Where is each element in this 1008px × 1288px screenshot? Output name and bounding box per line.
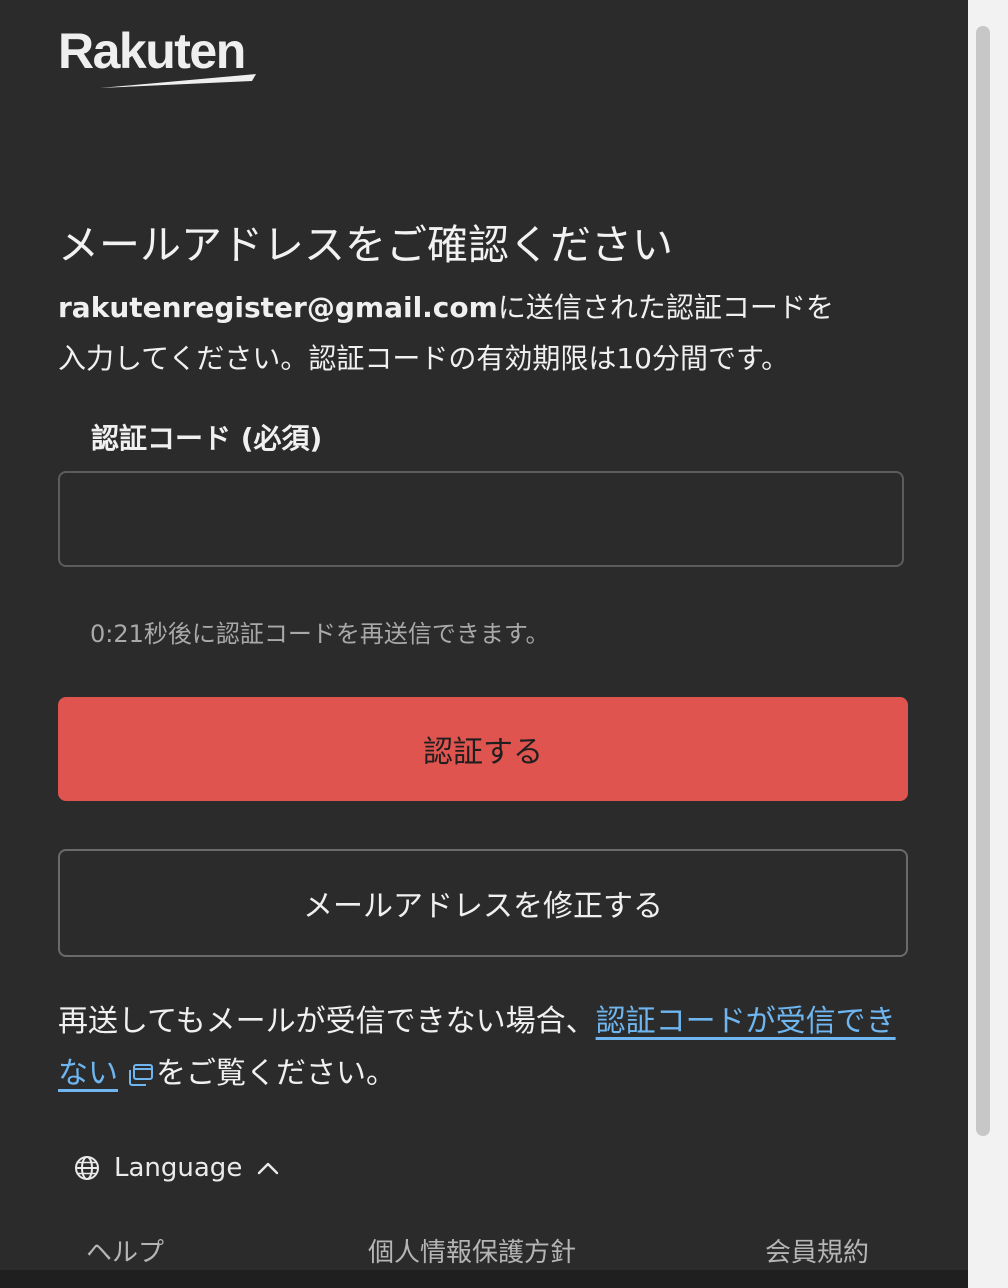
- page-description: rakutenregister@gmail.comに送信された認証コードを 入力…: [58, 282, 908, 384]
- description-line2: 入力してください。認証コードの有効期限は10分間です。: [58, 342, 790, 375]
- external-link-icon: [129, 1063, 153, 1086]
- help-prefix: 再送してもメールが受信できない場合、: [58, 1004, 596, 1039]
- footer-links: ヘルプ 個人情報保護方針 会員規約: [58, 1232, 908, 1272]
- verification-code-input[interactable]: [58, 471, 904, 567]
- globe-icon: [75, 1156, 99, 1180]
- rakuten-logo[interactable]: Rakuten: [58, 22, 273, 88]
- logo-swoosh-icon: [100, 74, 256, 88]
- chevron-up-icon: [258, 1162, 279, 1175]
- footer-help-link[interactable]: ヘルプ: [86, 1232, 164, 1269]
- edit-email-button[interactable]: メールアドレスを修正する: [58, 849, 908, 957]
- email-address: rakutenregister@gmail.com: [58, 291, 498, 324]
- language-label: Language: [114, 1153, 243, 1183]
- language-selector[interactable]: Language: [74, 1146, 280, 1190]
- verify-button[interactable]: 認証する: [58, 697, 908, 801]
- help-text: 再送してもメールが受信できない場合、認証コードが受信できない をご覧ください。: [58, 996, 908, 1100]
- help-suffix: をご覧ください。: [156, 1056, 396, 1091]
- page-title: メールアドレスをご確認ください: [58, 221, 673, 270]
- description-line1-rest: に送信された認証コードを: [497, 291, 834, 324]
- page: Rakuten メールアドレスをご確認ください rakutenregister@…: [0, 0, 1008, 1288]
- bottom-edge: [0, 1270, 968, 1288]
- code-field-label: 認証コード (必須): [91, 422, 323, 455]
- vertical-scrollbar[interactable]: [968, 0, 1008, 1288]
- footer-terms-link[interactable]: 会員規約: [765, 1232, 869, 1269]
- footer-privacy-link[interactable]: 個人情報保護方針: [368, 1232, 576, 1269]
- resend-countdown-note: 0:21秒後に認証コードを再送信できます。: [90, 620, 550, 648]
- scrollbar-thumb[interactable]: [976, 26, 990, 1136]
